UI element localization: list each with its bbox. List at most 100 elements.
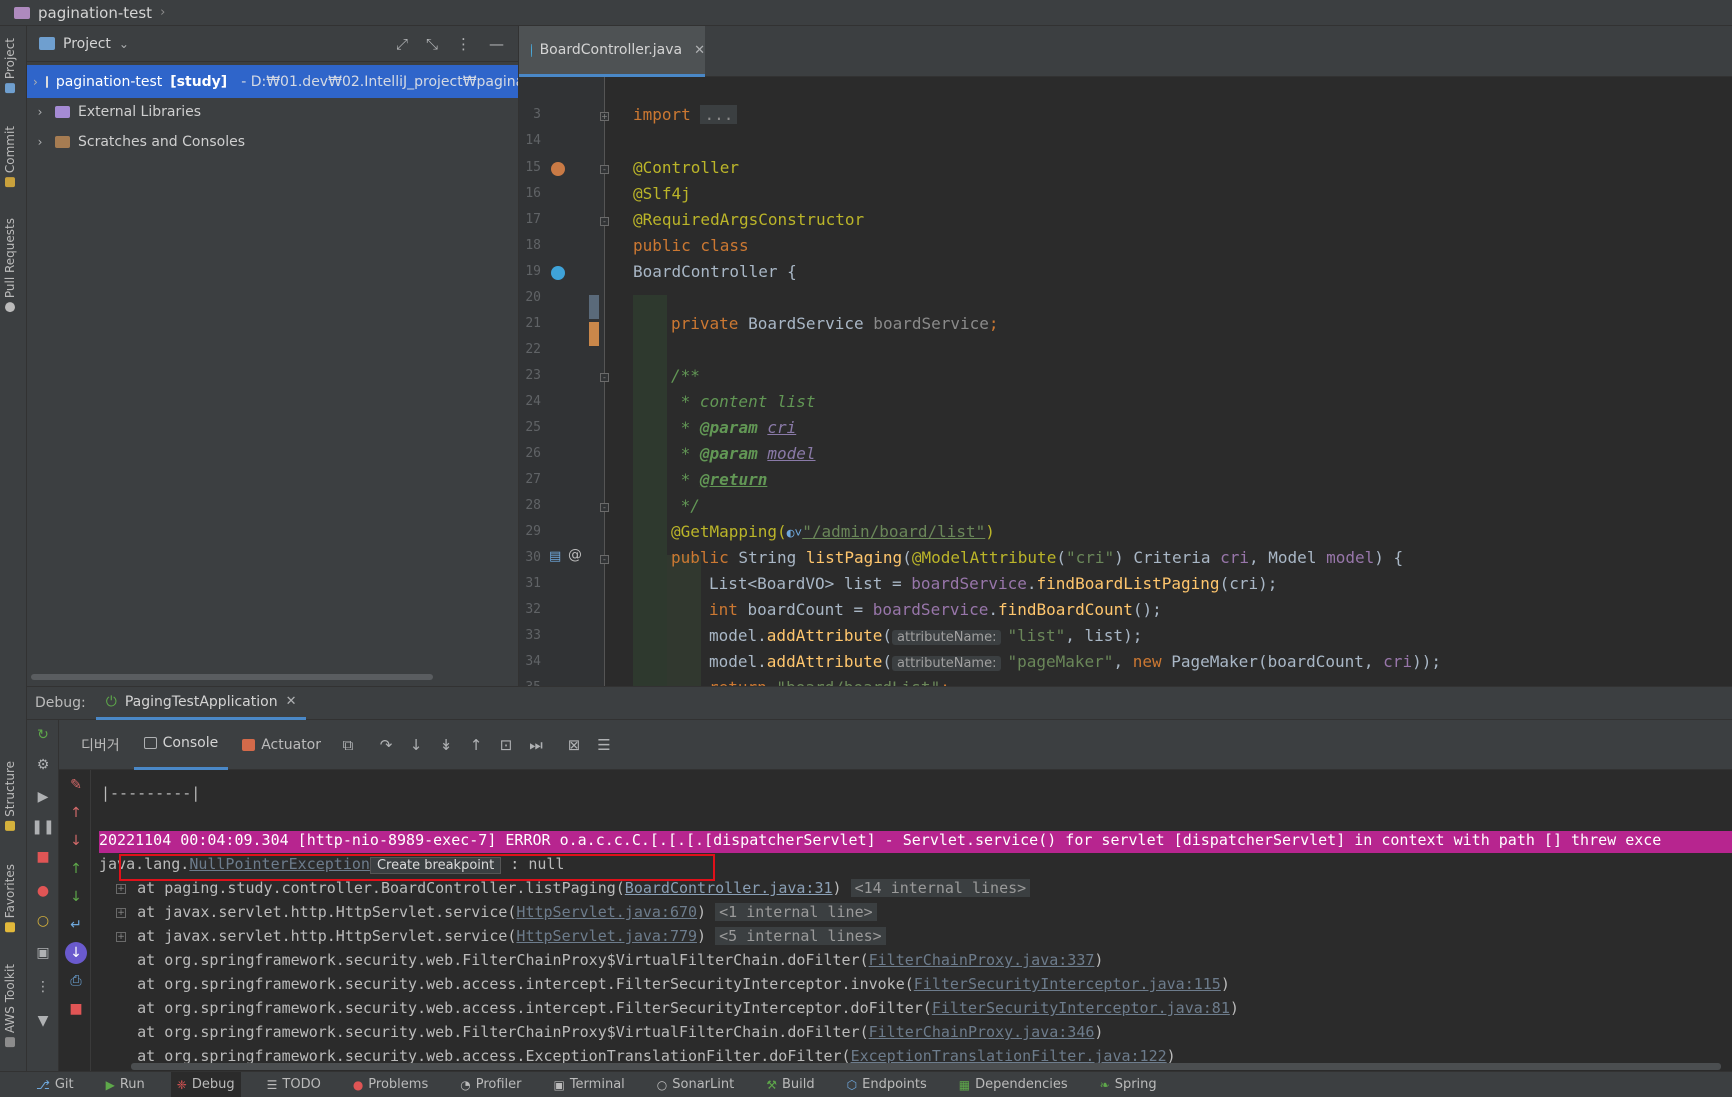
tool-tab-structure[interactable]: Structure: [3, 761, 17, 831]
tool-tab-aws-toolkit[interactable]: AWS Toolkit: [3, 964, 17, 1048]
mapping-icon[interactable]: @: [568, 547, 582, 563]
console-output[interactable]: |---------| 20221104 00:04:09.304 [http-…: [91, 770, 1732, 1072]
horizontal-scrollbar[interactable]: [131, 1063, 1721, 1070]
chevron-down-icon[interactable]: ⌄: [119, 37, 129, 51]
left-tool-strip: Project Commit Pull Requests Structure F…: [0, 26, 27, 1071]
toolwindow-endpoints[interactable]: ⬡ Endpoints: [841, 1072, 933, 1097]
drop-frame-icon[interactable]: ⊡: [493, 732, 519, 758]
tab-actuator[interactable]: Actuator: [232, 720, 331, 770]
toolwindow-debug[interactable]: ❈ Debug: [170, 1071, 241, 1097]
step-out-icon[interactable]: ↑: [463, 732, 489, 758]
rerun-icon[interactable]: ↻: [32, 724, 54, 746]
string-literal[interactable]: board/boardList: [786, 678, 931, 686]
mute-breakpoints-icon[interactable]: ○: [32, 910, 54, 932]
run-to-cursor-icon[interactable]: ⏭: [523, 732, 549, 758]
debug-panel: Debug: ⏻ PagingTestApplication ✕ ↻ ⚙ ▶ ❚…: [27, 686, 1732, 1072]
tool-tab-pull-requests[interactable]: Pull Requests: [3, 218, 17, 313]
console-text: at javax.servlet.http.HttpServlet.servic…: [101, 927, 517, 945]
tab-console[interactable]: Console: [133, 720, 229, 770]
toolwindow-spring[interactable]: ❧ Spring: [1094, 1072, 1163, 1097]
chevron-right-icon[interactable]: ›: [33, 75, 38, 89]
up-arrow-icon[interactable]: ↑: [65, 802, 87, 824]
editor-tab-board-controller[interactable]: BoardController.java ✕: [519, 26, 705, 77]
code-line-17: @RequiredArgsConstructor: [633, 210, 864, 229]
tab-debugger[interactable]: 디버거: [71, 720, 130, 770]
toolwindow-build[interactable]: ⚒ Build: [760, 1072, 820, 1097]
print-icon[interactable]: ⎙: [65, 970, 87, 992]
close-icon[interactable]: ✕: [694, 43, 705, 58]
tool-tab-label: Pull Requests: [3, 218, 17, 299]
source-link[interactable]: FilterChainProxy.java:346: [869, 1023, 1095, 1041]
toolwindow-problems[interactable]: ● Problems: [347, 1072, 434, 1097]
code-line-33: model.addAttribute(attributeName: "list",…: [709, 626, 1142, 645]
tool-tab-project[interactable]: Project: [3, 38, 17, 94]
source-link[interactable]: FilterChainProxy.java:337: [869, 951, 1095, 969]
editor-gutter[interactable]: 3 14 15 16 17 18 19 20 21 22 23 24 25 26…: [519, 77, 609, 695]
resume-icon[interactable]: ▶: [32, 786, 54, 808]
code-line-30: public String listPaging(@ModelAttribute…: [671, 548, 1403, 567]
toolwindow-run[interactable]: ▶ Run: [100, 1072, 151, 1097]
camera-icon[interactable]: ▣: [32, 942, 54, 964]
pause-icon[interactable]: ❚❚: [31, 816, 54, 838]
internal-lines-fold[interactable]: <1 internal line>: [715, 903, 877, 921]
tree-item-external-libraries[interactable]: › External Libraries: [27, 95, 518, 128]
scroll-to-end-icon[interactable]: ↓: [65, 942, 87, 964]
pin-icon[interactable]: ▼: [32, 1010, 54, 1032]
down-arrow-icon[interactable]: ↓: [65, 886, 87, 908]
toolwindow-dependencies[interactable]: ▦ Dependencies: [953, 1072, 1074, 1097]
keyword: int: [709, 600, 738, 619]
expand-all-icon[interactable]: ⤢: [396, 35, 408, 53]
endpoint-icon[interactable]: ▤: [549, 549, 561, 564]
breadcrumb-project[interactable]: pagination-test: [38, 4, 152, 22]
folded-imports[interactable]: ...: [700, 105, 738, 124]
source-link[interactable]: HttpServlet.java:670: [516, 903, 697, 921]
more-options-icon[interactable]: ⋮: [32, 976, 54, 998]
string-literal[interactable]: "/admin/board/list": [802, 522, 985, 541]
clear-icon[interactable]: ✎: [65, 774, 87, 796]
source-link[interactable]: HttpServlet.java:779: [516, 927, 697, 945]
toolwindow-profiler[interactable]: ◔ Profiler: [454, 1072, 527, 1097]
bean-icon[interactable]: [551, 162, 565, 176]
chevron-right-icon[interactable]: ›: [33, 105, 47, 119]
collapse-all-icon[interactable]: ⤡: [426, 35, 438, 53]
trash-icon[interactable]: ■: [65, 998, 87, 1020]
tree-item-project-root[interactable]: › pagination-test [study] - D:₩01.dev₩02…: [27, 65, 518, 98]
close-icon[interactable]: ✕: [286, 694, 297, 709]
down-arrow-icon[interactable]: ↓: [65, 830, 87, 852]
toolwindow-todo[interactable]: ☰ TODO: [261, 1072, 327, 1097]
stop-icon[interactable]: ■: [32, 846, 54, 868]
project-view-selector[interactable]: Project: [63, 36, 111, 52]
globe-icon[interactable]: ◐˅: [787, 526, 803, 541]
toolwindow-git[interactable]: ⎇ Git: [30, 1072, 80, 1097]
spring-bean-icon[interactable]: [551, 266, 565, 280]
up-arrow-icon[interactable]: ↑: [65, 858, 87, 880]
debug-session-tab[interactable]: ⏻ PagingTestApplication ✕: [95, 686, 307, 720]
trace-icon[interactable]: ☰: [591, 732, 617, 758]
project-panel-header: Project ⌄ ⤢ ⤡ ⋮ —: [27, 26, 518, 62]
horizontal-scrollbar[interactable]: [31, 674, 433, 680]
soft-wrap-icon[interactable]: ↵: [65, 914, 87, 936]
gear-icon[interactable]: ⚙: [32, 754, 54, 776]
force-step-into-icon[interactable]: ↡: [433, 732, 459, 758]
minimize-icon[interactable]: —: [489, 35, 504, 53]
internal-lines-fold[interactable]: <5 internal lines>: [715, 927, 886, 945]
step-over-icon[interactable]: ↷: [373, 732, 399, 758]
code-line-21: private BoardService boardService;: [671, 314, 999, 333]
chevron-right-icon[interactable]: ›: [33, 135, 47, 149]
tool-tab-favorites[interactable]: Favorites: [3, 864, 17, 933]
stack-frame: at org.springframework.security.web.Filt…: [101, 951, 1103, 969]
toolwindow-terminal[interactable]: ▣ Terminal: [547, 1072, 630, 1097]
source-link[interactable]: FilterSecurityInterceptor.java:115: [914, 975, 1221, 993]
code-area[interactable]: import ... @Controller @Slf4j @RequiredA…: [605, 77, 1732, 686]
source-link[interactable]: BoardController.java:31: [625, 879, 833, 897]
tree-item-scratches[interactable]: › Scratches and Consoles: [27, 125, 518, 158]
restore-layout-icon[interactable]: ⧉: [335, 732, 361, 758]
more-options-icon[interactable]: ⋮: [456, 35, 471, 53]
breakpoints-icon[interactable]: ●: [32, 880, 54, 902]
step-into-icon[interactable]: ↓: [403, 732, 429, 758]
internal-lines-fold[interactable]: <14 internal lines>: [850, 879, 1031, 897]
source-link[interactable]: FilterSecurityInterceptor.java:81: [932, 999, 1230, 1017]
evaluate-icon[interactable]: ⊠: [561, 732, 587, 758]
tool-tab-commit[interactable]: Commit: [3, 126, 17, 188]
toolwindow-sonarlint[interactable]: ○ SonarLint: [651, 1072, 740, 1097]
